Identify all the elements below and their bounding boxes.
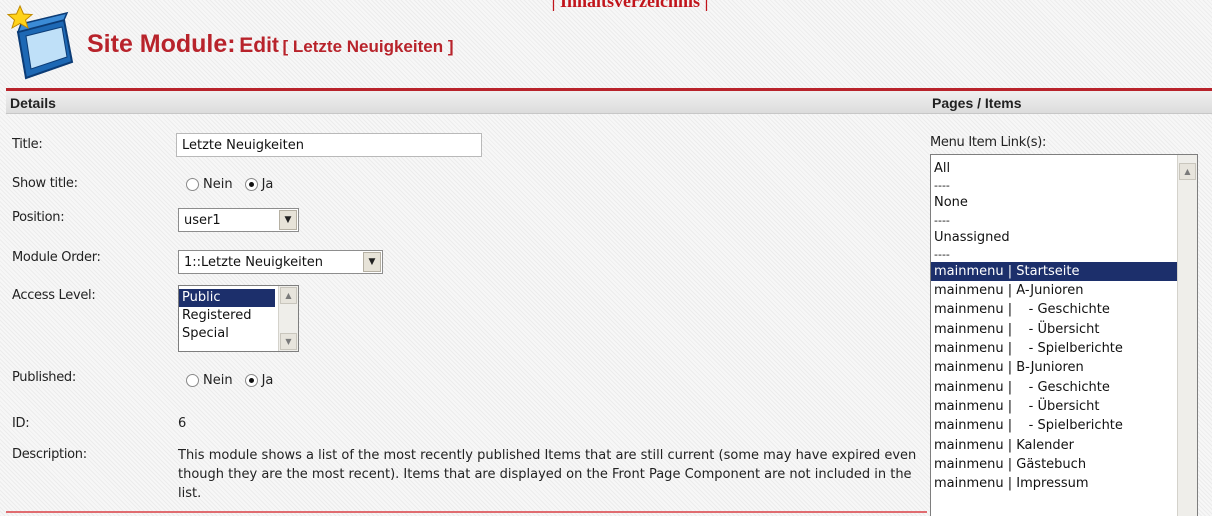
page-title: Site Module: Edit [ Letzte Neuigkeiten ]: [87, 30, 454, 59]
access-level-option-public[interactable]: Public: [179, 289, 275, 307]
published-radio-group: Nein Ja: [186, 373, 285, 388]
show-title-label: Show title:: [12, 176, 78, 191]
menu-option-startseite[interactable]: mainmenu | Startseite: [931, 261, 1179, 282]
menu-option-separator: ----: [934, 179, 950, 193]
published-nein-label: Nein: [203, 373, 233, 388]
position-select[interactable]: user1 ▼: [178, 208, 299, 232]
menu-option-gaestebuch[interactable]: mainmenu | Gästebuch: [931, 455, 1197, 474]
published-nein-radio[interactable]: [186, 374, 199, 387]
scroll-down-arrow-icon[interactable]: ▼: [280, 333, 297, 350]
menu-list-scrollbar[interactable]: ▲: [1177, 155, 1197, 516]
show-title-nein-radio[interactable]: [186, 178, 199, 191]
menu-option-separator: ----: [934, 247, 950, 261]
show-title-ja-label: Ja: [261, 177, 274, 192]
access-level-listbox[interactable]: Public Registered Special ▲ ▼: [178, 285, 299, 352]
show-title-radio-group: Nein Ja: [186, 177, 285, 192]
menu-option-a-uebersicht[interactable]: mainmenu | - Übersicht: [931, 320, 1197, 339]
access-level-label: Access Level:: [12, 288, 96, 303]
scroll-up-arrow-icon[interactable]: ▲: [280, 287, 297, 304]
module-order-select[interactable]: 1::Letzte Neuigkeiten ▼: [178, 250, 383, 274]
menu-item-links-listbox[interactable]: All ---- None ---- Unassigned ---- mainm…: [930, 154, 1198, 516]
pages-items-section-header: Pages / Items: [925, 88, 1212, 114]
menu-option-b-spielberichte[interactable]: mainmenu | - Spielberichte: [931, 416, 1197, 435]
id-label: ID:: [12, 416, 30, 431]
menu-option-none[interactable]: None: [931, 193, 1197, 212]
chevron-down-icon[interactable]: ▼: [363, 252, 381, 272]
page-title-item: [ Letzte Neuigkeiten ]: [282, 37, 454, 56]
published-ja-label: Ja: [261, 373, 274, 388]
chevron-down-icon[interactable]: ▼: [279, 210, 297, 230]
access-level-scrollbar[interactable]: ▲ ▼: [278, 286, 298, 351]
menu-option-unassigned[interactable]: Unassigned: [931, 228, 1197, 247]
menu-item-links-label: Menu Item Link(s):: [930, 135, 1047, 150]
show-title-ja-radio[interactable]: [244, 178, 258, 191]
menu-option-a-junioren[interactable]: mainmenu | A-Junioren: [931, 281, 1197, 300]
module-order-label: Module Order:: [12, 250, 101, 265]
published-label: Published:: [12, 370, 76, 385]
id-value: 6: [178, 416, 187, 431]
menu-option-a-geschichte[interactable]: mainmenu | - Geschichte: [931, 300, 1197, 319]
module-order-select-value: 1::Letzte Neuigkeiten: [184, 255, 324, 270]
details-section-header: Details: [6, 88, 927, 114]
page-title-action: Edit: [239, 34, 279, 57]
menu-option-b-uebersicht[interactable]: mainmenu | - Übersicht: [931, 397, 1197, 416]
menu-option-a-spielberichte[interactable]: mainmenu | - Spielberichte: [931, 339, 1197, 358]
position-select-value: user1: [184, 213, 221, 228]
menu-option-kalender[interactable]: mainmenu | Kalender: [931, 436, 1197, 455]
title-input[interactable]: Letzte Neuigkeiten: [176, 133, 482, 157]
title-label: Title:: [12, 137, 43, 152]
show-title-nein-label: Nein: [203, 177, 233, 192]
menu-option-impressum[interactable]: mainmenu | Impressum: [931, 474, 1197, 493]
published-ja-radio[interactable]: [244, 374, 258, 387]
page-title-main: Site Module:: [87, 30, 236, 58]
table-of-contents-link[interactable]: | Inhaltsverzeichnis |: [500, 0, 760, 12]
menu-option-b-geschichte[interactable]: mainmenu | - Geschichte: [931, 378, 1197, 397]
menu-option-b-junioren[interactable]: mainmenu | B-Junioren: [931, 358, 1197, 377]
menu-option-separator: ----: [934, 213, 950, 227]
position-label: Position:: [12, 210, 65, 225]
scroll-up-arrow-icon[interactable]: ▲: [1179, 163, 1196, 180]
section-divider: [6, 511, 927, 513]
description-label: Description:: [12, 447, 87, 462]
module-box-star-icon: [6, 4, 74, 80]
menu-option-all[interactable]: All: [931, 159, 1197, 178]
description-text: This module shows a list of the most rec…: [178, 448, 917, 501]
